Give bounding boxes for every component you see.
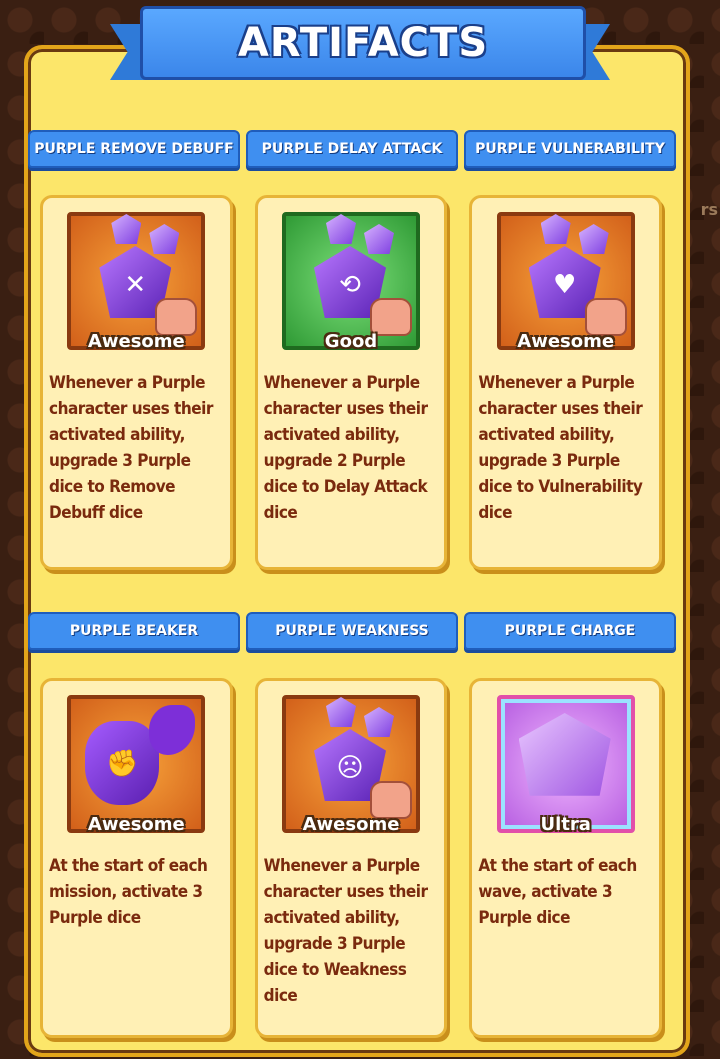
artifact-description: Whenever a Purple character uses their a…	[263, 373, 428, 523]
artifact-name-tab[interactable]: PURPLE DELAY ATTACK	[246, 130, 458, 168]
splash-icon	[149, 705, 196, 755]
artifact-name-tab[interactable]: PURPLE WEAKNESS	[246, 612, 458, 650]
artifact-image: ♥ Awesome	[496, 212, 635, 352]
artifact-cards-row-1: ✕ Awesome Whenever a Purple character us…	[40, 195, 663, 570]
ultra-purple-die-icon	[518, 713, 611, 796]
artifact-names-row-1: PURPLE REMOVE DEBUFF PURPLE DELAY ATTACK…	[28, 130, 676, 168]
artifact-description: Whenever a Purple character uses their a…	[263, 856, 428, 1006]
artifact-card[interactable]: ⟲ Good Whenever a Purple character uses …	[254, 195, 448, 570]
rarity-label: Good	[324, 331, 378, 352]
artifact-description: Whenever a Purple character uses their a…	[478, 373, 643, 523]
artifact-name-tab[interactable]: PURPLE REMOVE DEBUFF	[28, 130, 240, 168]
artifact-image: ✊ Awesome	[67, 695, 206, 835]
artifact-name-tab[interactable]: PURPLE VULNERABILITY	[464, 130, 676, 168]
artifact-card[interactable]: ☹ Awesome Whenever a Purple character us…	[254, 678, 448, 1038]
rarity-label: Awesome	[302, 814, 400, 835]
artifact-cards-row-2: ✊ Awesome At the start of each mission, …	[40, 678, 663, 1038]
artifact-image: Ultra	[496, 695, 635, 835]
artifact-card[interactable]: ✕ Awesome Whenever a Purple character us…	[40, 195, 233, 570]
rarity-label: Awesome	[87, 331, 185, 352]
rarity-label: Awesome	[87, 814, 185, 835]
artifact-card[interactable]: ✊ Awesome At the start of each mission, …	[40, 678, 233, 1038]
artifact-image: ☹ Awesome	[282, 695, 420, 835]
purple-beaker-icon: ✊	[85, 721, 160, 805]
artifact-image: ✕ Awesome	[67, 212, 206, 352]
artifact-names-row-2: PURPLE BEAKER PURPLE WEAKNESS PURPLE CHA…	[28, 612, 676, 650]
artifact-description: Whenever a Purple character uses their a…	[49, 373, 213, 523]
rarity-label: Ultra	[540, 814, 591, 835]
artifact-description: At the start of each mission, activate 3…	[49, 856, 208, 928]
artifact-name-tab[interactable]: PURPLE CHARGE	[464, 612, 676, 650]
artifact-description: At the start of each wave, activate 3 Pu…	[478, 856, 637, 928]
page-title: ARTIFACTS	[237, 20, 489, 66]
title-banner: ARTIFACTS	[110, 6, 610, 88]
background-partial-text: rs	[700, 200, 718, 219]
artifact-card[interactable]: Ultra At the start of each wave, activat…	[469, 678, 663, 1038]
artifact-image: ⟲ Good	[282, 212, 420, 352]
artifact-name-tab[interactable]: PURPLE BEAKER	[28, 612, 240, 650]
rarity-label: Awesome	[517, 331, 615, 352]
artifact-card[interactable]: ♥ Awesome Whenever a Purple character us…	[469, 195, 663, 570]
